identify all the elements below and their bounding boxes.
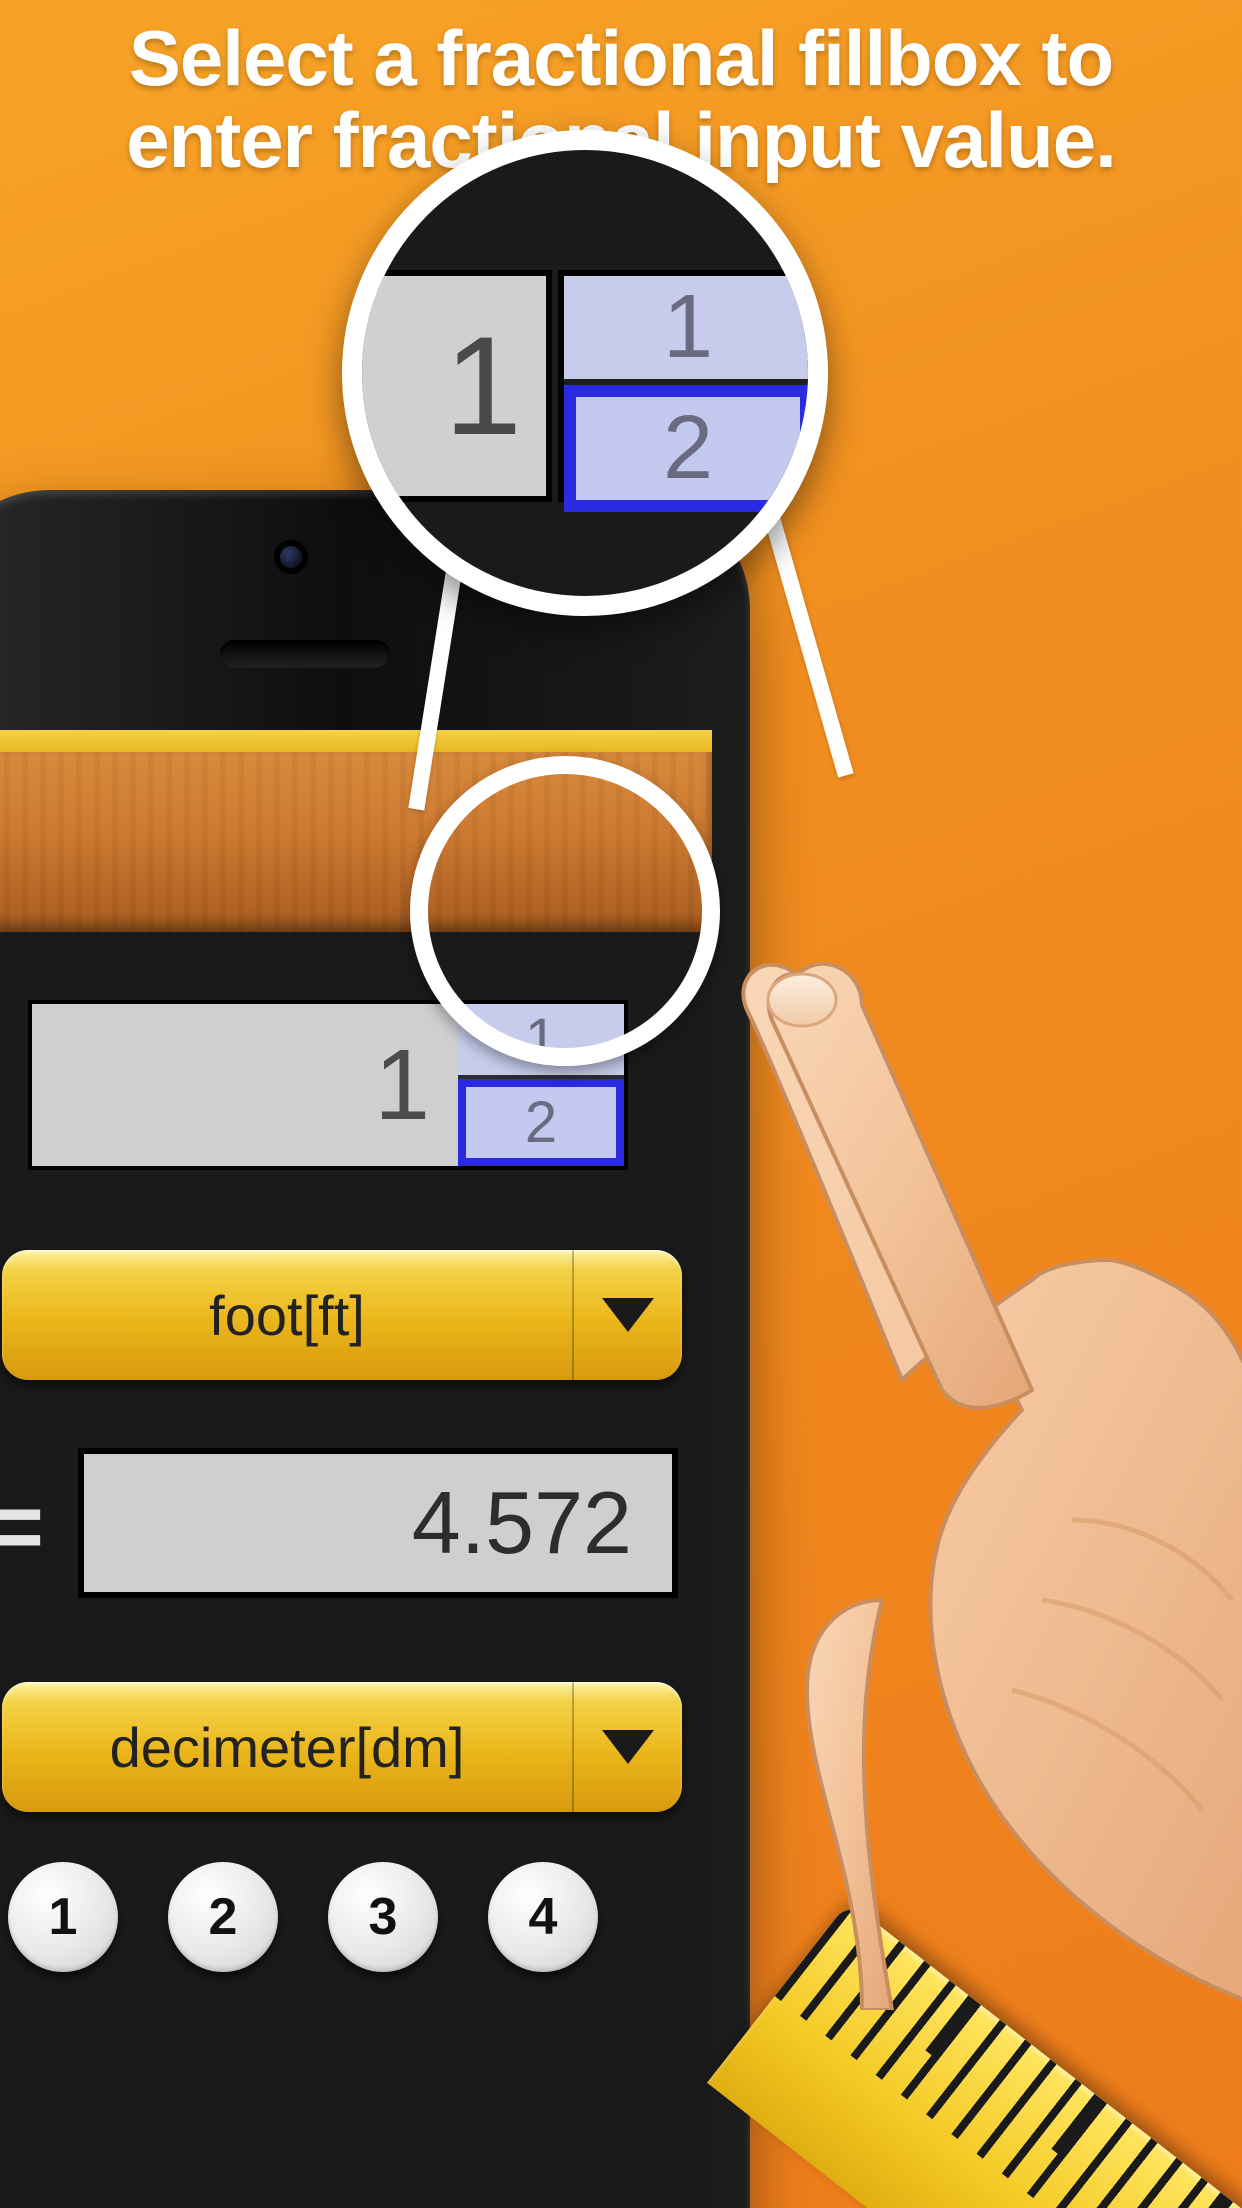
chevron-down-icon: [602, 1298, 654, 1332]
key-2[interactable]: 2: [168, 1862, 278, 1972]
key-4[interactable]: 4: [488, 1862, 598, 1972]
output-value-box: 4.572: [78, 1448, 678, 1598]
chevron-down-icon: [602, 1730, 654, 1764]
numerator-input[interactable]: 1: [458, 1004, 624, 1079]
numeric-keypad: 1 2 3 4: [8, 1862, 708, 1972]
equals-label: =: [0, 1472, 44, 1582]
magnifier-fraction: 1 2: [558, 270, 818, 502]
key-3[interactable]: 3: [328, 1862, 438, 1972]
magnifier-denominator: 2: [564, 385, 812, 512]
phone-mockup: 1 1 2 foot[ft] = 4.572 decimeter[dm]: [0, 490, 750, 2208]
denominator-input[interactable]: 2: [458, 1079, 624, 1166]
app-body: 1 1 2 foot[ft] = 4.572 decimeter[dm]: [0, 932, 712, 2208]
ruler-icon: [707, 1673, 1242, 2208]
from-unit-label: foot[ft]: [2, 1283, 572, 1348]
magnifier-callout: 1 1 2: [342, 130, 828, 616]
app-screen: 1 1 2 foot[ft] = 4.572 decimeter[dm]: [0, 730, 712, 2208]
status-strip: [0, 730, 712, 752]
wood-header: [0, 752, 712, 932]
key-1[interactable]: 1: [8, 1862, 118, 1972]
magnifier-whole: 1: [342, 270, 552, 502]
whole-number-input[interactable]: 1: [32, 1004, 462, 1166]
from-unit-dropdown[interactable]: foot[ft]: [2, 1250, 682, 1380]
to-unit-label: decimeter[dm]: [2, 1715, 572, 1780]
magnifier-numerator: 1: [564, 276, 812, 385]
from-unit-chevron: [572, 1250, 682, 1380]
to-unit-chevron: [572, 1682, 682, 1812]
fraction-container: 1 2: [458, 1004, 624, 1166]
to-unit-dropdown[interactable]: decimeter[dm]: [2, 1682, 682, 1812]
fraction-input-row: 1 1 2: [28, 1000, 628, 1170]
